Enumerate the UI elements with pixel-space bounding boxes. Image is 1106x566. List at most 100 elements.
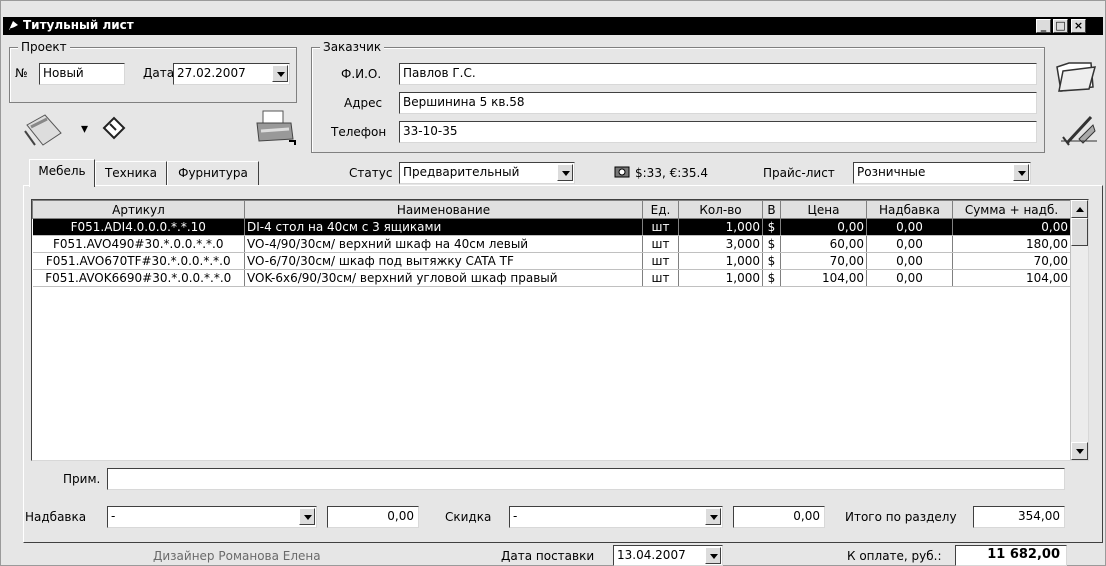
delivery-date-select[interactable]: 13.04.2007	[613, 545, 723, 566]
maximize-button[interactable]: □	[1053, 19, 1068, 33]
cell-markup: 0,00	[866, 269, 953, 287]
table-row[interactable]: F051.AVO670TF#30.*.0.0.*.*.0 VO-6/70/30с…	[32, 252, 1071, 270]
tab-hardware[interactable]: Фурнитура	[167, 161, 259, 185]
cell-price: 104,00	[780, 269, 867, 287]
col-name[interactable]: Наименование	[244, 200, 643, 219]
markup-label: Надбавка	[25, 510, 87, 524]
pencil-tool-icon[interactable]	[21, 111, 69, 149]
customer-group-label: Заказчик	[320, 40, 385, 54]
scroll-down-button[interactable]	[1071, 442, 1088, 460]
name-label: Ф.И.О.	[341, 67, 382, 81]
cell-article: F051.ADI4.0.0.0.*.*.10	[32, 218, 245, 236]
cell-name: VO-4/90/30см/ верхний шкаф на 40см левый	[244, 235, 643, 253]
col-qty[interactable]: Кол-во	[678, 200, 763, 219]
title-bar[interactable]: Титульный лист _ □ ×	[3, 17, 1103, 35]
col-sum[interactable]: Сумма + надб.	[952, 200, 1071, 219]
cell-qty: 1,000	[678, 252, 763, 270]
delivery-date-value: 13.04.2007	[617, 548, 686, 562]
delivery-date-label: Дата поставки	[501, 549, 595, 563]
scroll-thumb[interactable]	[1071, 218, 1088, 246]
chevron-down-icon[interactable]	[705, 508, 721, 525]
cell-article: F051.AVO670TF#30.*.0.0.*.*.0	[32, 252, 245, 270]
cell-price: 0,00	[780, 218, 867, 236]
cell-price: 60,00	[780, 235, 867, 253]
note-field[interactable]	[107, 468, 1065, 490]
discount-value-field[interactable]: 0,00	[733, 506, 825, 528]
printer-icon[interactable]	[253, 107, 297, 147]
cell-qty: 1,000	[678, 269, 763, 287]
col-price[interactable]: Цена	[780, 200, 867, 219]
chevron-down-icon[interactable]	[272, 65, 288, 82]
scroll-up-button[interactable]	[1071, 200, 1088, 218]
cell-currency: $	[762, 218, 781, 236]
status-bar: Дизайнер Романова Елена Дата поставки 13…	[1, 545, 1105, 566]
chevron-down-icon[interactable]	[1013, 164, 1029, 181]
cell-sum: 180,00	[952, 235, 1071, 253]
col-markup[interactable]: Надбавка	[866, 200, 953, 219]
col-unit[interactable]: Ед.	[642, 200, 679, 219]
markup-value-field[interactable]: 0,00	[327, 506, 419, 528]
items-table: Артикул Наименование Ед. Кол-во В Цена Н…	[32, 200, 1071, 287]
table-row[interactable]: F051.AVOK6690#30.*.0.0.*.*.0 VOK-6х6/90/…	[32, 269, 1071, 287]
discount-label: Скидка	[445, 510, 492, 524]
items-grid[interactable]: Артикул Наименование Ед. Кол-во В Цена Н…	[31, 199, 1089, 461]
table-header-row: Артикул Наименование Ед. Кол-во В Цена Н…	[32, 200, 1071, 219]
customer-address-field[interactable]: Вершинина 5 кв.58	[399, 92, 1037, 114]
section-total-label: Итого по разделу	[845, 510, 957, 524]
tab-appliances[interactable]: Техника	[95, 161, 167, 185]
coins-icon[interactable]	[613, 164, 631, 180]
cell-currency: $	[762, 252, 781, 270]
main-window: Титульный лист _ □ × Проект № Новый Дата…	[0, 0, 1106, 566]
payment-total: 11 682,00	[955, 545, 1067, 566]
chevron-down-icon[interactable]	[705, 547, 721, 564]
currency-rates: $:33, €:35.4	[635, 166, 708, 180]
cell-unit: шт	[642, 235, 679, 253]
project-date-value: 27.02.2007	[177, 66, 246, 80]
customer-phone-field[interactable]: 33-10-35	[399, 121, 1037, 143]
open-folder-icon[interactable]	[1053, 57, 1097, 95]
cell-qty: 3,000	[678, 235, 763, 253]
minimize-button[interactable]: _	[1036, 19, 1051, 33]
col-currency[interactable]: В	[762, 200, 781, 219]
close-button[interactable]: ×	[1071, 19, 1086, 33]
cell-markup: 0,00	[866, 252, 953, 270]
markup-select[interactable]: -	[107, 506, 317, 528]
cell-name: VOK-6х6/90/30см/ верхний угловой шкаф пр…	[244, 269, 643, 287]
customer-name-field[interactable]: Павлов Г.С.	[399, 63, 1037, 85]
cell-sum: 104,00	[952, 269, 1071, 287]
discount-select[interactable]: -	[509, 506, 723, 528]
pricelist-label: Прайс-лист	[763, 166, 835, 180]
cell-markup: 0,00	[866, 218, 953, 236]
chevron-down-icon[interactable]	[557, 164, 573, 181]
status-select[interactable]: Предварительный	[399, 162, 575, 184]
cell-article: F051.AVOK6690#30.*.0.0.*.*.0	[32, 269, 245, 287]
pricelist-select[interactable]: Розничные	[853, 162, 1031, 184]
note-label: Прим.	[63, 472, 101, 486]
tab-furniture[interactable]: Мебель	[29, 159, 95, 187]
date-label: Дата	[143, 66, 175, 80]
cell-name: DI-4 стол на 40см с 3 ящиками	[244, 218, 643, 236]
cell-unit: шт	[642, 252, 679, 270]
table-row[interactable]: F051.ADI4.0.0.0.*.*.10 DI-4 стол на 40см…	[32, 218, 1071, 236]
designer-label: Дизайнер Романова Елена	[153, 549, 321, 563]
project-group-label: Проект	[18, 40, 70, 54]
cell-price: 70,00	[780, 252, 867, 270]
diskette-icon[interactable]	[101, 115, 127, 141]
pricelist-value: Розничные	[857, 165, 926, 179]
payment-label: К оплате, руб.:	[847, 549, 942, 563]
status-label: Статус	[349, 166, 393, 180]
number-label: №	[15, 66, 28, 80]
project-number-field[interactable]: Новый	[39, 63, 125, 85]
cell-article: F051.AVO490#30.*.0.0.*.*.0	[32, 235, 245, 253]
address-label: Адрес	[344, 96, 383, 110]
vertical-scrollbar[interactable]	[1070, 200, 1088, 460]
col-article[interactable]: Артикул	[32, 200, 245, 219]
phone-label: Телефон	[331, 125, 387, 139]
cell-currency: $	[762, 235, 781, 253]
drafting-tools-icon[interactable]	[1059, 109, 1099, 149]
table-row[interactable]: F051.AVO490#30.*.0.0.*.*.0 VO-4/90/30см/…	[32, 235, 1071, 253]
dropdown-arrow-icon[interactable]: ▾	[81, 121, 88, 137]
status-value: Предварительный	[403, 165, 520, 179]
chevron-down-icon[interactable]	[299, 508, 315, 525]
project-date-select[interactable]: 27.02.2007	[173, 63, 290, 85]
